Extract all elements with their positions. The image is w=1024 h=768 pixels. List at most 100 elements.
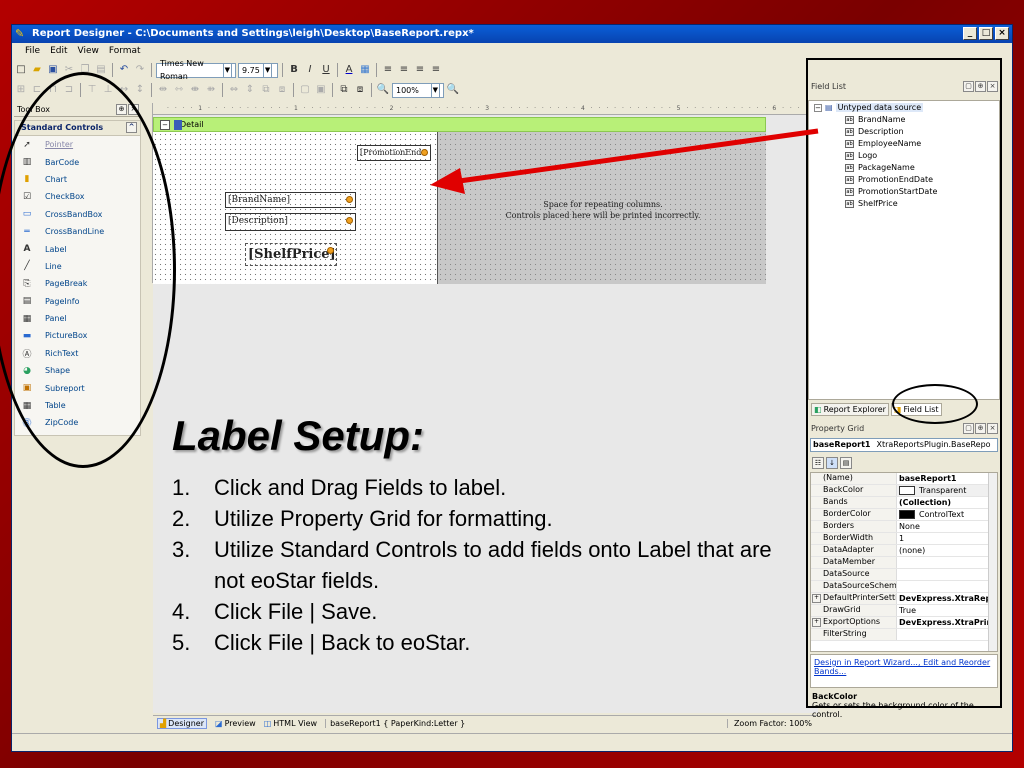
property-key[interactable]: ExportOptions <box>811 617 897 628</box>
property-row[interactable]: ExportOptionsDevExpress.XtraPrin <box>811 617 997 629</box>
undo-icon[interactable]: ↶ <box>117 63 131 77</box>
menu-edit[interactable]: Edit <box>50 46 67 56</box>
property-value[interactable]: (none) <box>897 545 997 556</box>
tab-preview[interactable]: ◪ Preview <box>215 719 256 728</box>
pin-icon[interactable]: ⊕ <box>975 423 986 434</box>
pin-icon[interactable]: ⊕ <box>975 81 986 92</box>
alphabetical-icon[interactable]: ↓ <box>826 457 838 469</box>
promotion-field[interactable]: [PromotionEnd <box>357 145 431 161</box>
tab-html-view[interactable]: ◫ HTML View <box>264 719 317 728</box>
property-value[interactable]: (Collection) <box>897 497 997 508</box>
spacing-icon[interactable]: ⇹ <box>156 83 170 97</box>
field-item[interactable]: ab EmployeeName <box>845 139 921 148</box>
object-selector[interactable]: baseReport1 XtraReportsPlugin.BaseRepo <box>810 438 998 452</box>
open-icon[interactable]: ▰ <box>30 63 44 77</box>
property-row[interactable]: DefaultPrinterSettinDevExpress.XtraRep <box>811 593 997 605</box>
smart-tag-icon[interactable] <box>421 149 428 156</box>
dropdown-icon[interactable]: ▢ <box>963 81 974 92</box>
collapse-icon[interactable]: − <box>814 103 822 112</box>
field-item[interactable]: ab ShelfPrice <box>845 199 898 208</box>
property-pages-icon[interactable]: ▤ <box>840 457 852 469</box>
property-scrollbar[interactable] <box>988 473 997 651</box>
ungroup-icon[interactable]: ▣ <box>314 83 328 97</box>
tab-designer[interactable]: ▟ Designer <box>157 718 207 729</box>
save-icon[interactable]: ▣ <box>46 63 60 77</box>
property-row[interactable]: Borders None <box>811 521 997 533</box>
property-value[interactable] <box>897 629 997 640</box>
collapse-band-icon[interactable]: − <box>160 120 170 130</box>
property-value[interactable]: baseReport1 <box>897 473 997 484</box>
spacing-icon[interactable]: ⇼ <box>188 83 202 97</box>
detail-band[interactable]: [PromotionEnd [BrandName] [Description] … <box>153 132 766 284</box>
property-row[interactable]: DataMember <box>811 557 997 569</box>
align-left-icon[interactable]: ≡ <box>381 63 395 77</box>
center-vertically-icon[interactable]: ⇕ <box>243 83 257 97</box>
redo-icon[interactable]: ↷ <box>133 63 147 77</box>
field-item[interactable]: ab PromotionEndDate <box>845 175 933 184</box>
center-horizontally-icon[interactable]: ⇔ <box>227 83 241 97</box>
maximize-button[interactable]: □ <box>979 27 993 40</box>
property-row[interactable]: BorderColor ControlText <box>811 509 997 521</box>
send-to-back-icon[interactable]: ⧈ <box>275 83 289 97</box>
field-item[interactable]: ab PackageName <box>845 163 915 172</box>
property-value-cell[interactable]: ControlText <box>897 509 997 520</box>
property-row[interactable]: DrawGrid True <box>811 605 997 617</box>
dropdown-icon[interactable]: ▢ <box>963 423 974 434</box>
report-wizard-link[interactable]: Design in Report Wizard... <box>814 658 918 667</box>
property-value[interactable] <box>897 557 997 568</box>
property-value[interactable] <box>897 569 997 580</box>
font-name-select[interactable]: Times New Roman ▼ <box>156 59 236 81</box>
zoom-out-icon[interactable]: 🔍 <box>376 83 390 97</box>
property-row[interactable]: BackColor Transparent <box>811 485 997 497</box>
menu-format[interactable]: Format <box>109 46 141 56</box>
property-value[interactable]: 1 <box>897 533 997 544</box>
font-color-icon[interactable]: A <box>342 63 356 77</box>
send-backward-icon[interactable]: ⧉ <box>337 83 351 97</box>
close-icon[interactable]: × <box>987 423 998 434</box>
smart-tag-icon[interactable] <box>346 196 353 203</box>
menu-file[interactable]: File <box>25 46 40 56</box>
property-row[interactable]: BorderWidth 1 <box>811 533 997 545</box>
align-right-icon[interactable]: ≡ <box>413 63 427 77</box>
underline-button[interactable]: U <box>319 63 333 77</box>
label-area[interactable]: [PromotionEnd [BrandName] [Description] … <box>153 132 437 284</box>
property-key[interactable]: DefaultPrinterSettin <box>811 593 897 604</box>
close-button[interactable]: × <box>995 27 1009 40</box>
property-value[interactable]: True <box>897 605 997 616</box>
field-item[interactable]: ab BrandName <box>845 115 905 124</box>
data-source-node[interactable]: − ▤ Untyped data source <box>814 103 924 112</box>
property-row[interactable]: Bands (Collection) <box>811 497 997 509</box>
new-icon[interactable]: □ <box>14 63 28 77</box>
field-item[interactable]: ab Logo <box>845 151 877 160</box>
minimize-button[interactable]: _ <box>963 27 977 40</box>
smart-tag-icon[interactable] <box>327 247 334 254</box>
bring-to-front-icon[interactable]: ⧉ <box>259 83 273 97</box>
property-row[interactable]: DataSourceSchema <box>811 581 997 593</box>
property-value[interactable] <box>897 581 997 592</box>
brandname-field[interactable]: [BrandName] <box>225 192 356 208</box>
zoom-select[interactable]: 100% ▼ <box>392 82 444 98</box>
property-value[interactable]: None <box>897 521 997 532</box>
align-grid-icon[interactable]: ⊞ <box>14 83 28 97</box>
categorized-icon[interactable]: ☷ <box>812 457 824 469</box>
zoom-in-icon[interactable]: 🔍 <box>446 83 460 97</box>
group-icon[interactable]: ▢ <box>298 83 312 97</box>
property-value[interactable]: DevExpress.XtraPrin <box>897 617 997 628</box>
smart-tag-icon[interactable] <box>346 217 353 224</box>
font-size-select[interactable]: 9.75 ▼ <box>238 62 278 78</box>
field-item[interactable]: ab Description <box>845 127 904 136</box>
back-color-icon[interactable]: ▦ <box>358 63 372 77</box>
property-row[interactable]: DataAdapter (none) <box>811 545 997 557</box>
bring-forward-icon[interactable]: ⧈ <box>353 83 367 97</box>
justify-icon[interactable]: ≡ <box>429 63 443 77</box>
bold-button[interactable]: B <box>287 63 301 77</box>
detail-band-header[interactable]: − Detail <box>153 117 766 132</box>
italic-button[interactable]: I <box>303 63 317 77</box>
title-bar[interactable]: ✎ Report Designer - C:\Documents and Set… <box>12 25 1012 43</box>
close-icon[interactable]: × <box>987 81 998 92</box>
shelfprice-field[interactable]: [ShelfPrice] <box>245 243 337 266</box>
menu-view[interactable]: View <box>78 46 99 56</box>
tab-report-explorer[interactable]: ◧ Report Explorer <box>811 402 889 416</box>
align-center-icon[interactable]: ≡ <box>397 63 411 77</box>
property-row[interactable]: (Name) baseReport1 <box>811 473 997 485</box>
